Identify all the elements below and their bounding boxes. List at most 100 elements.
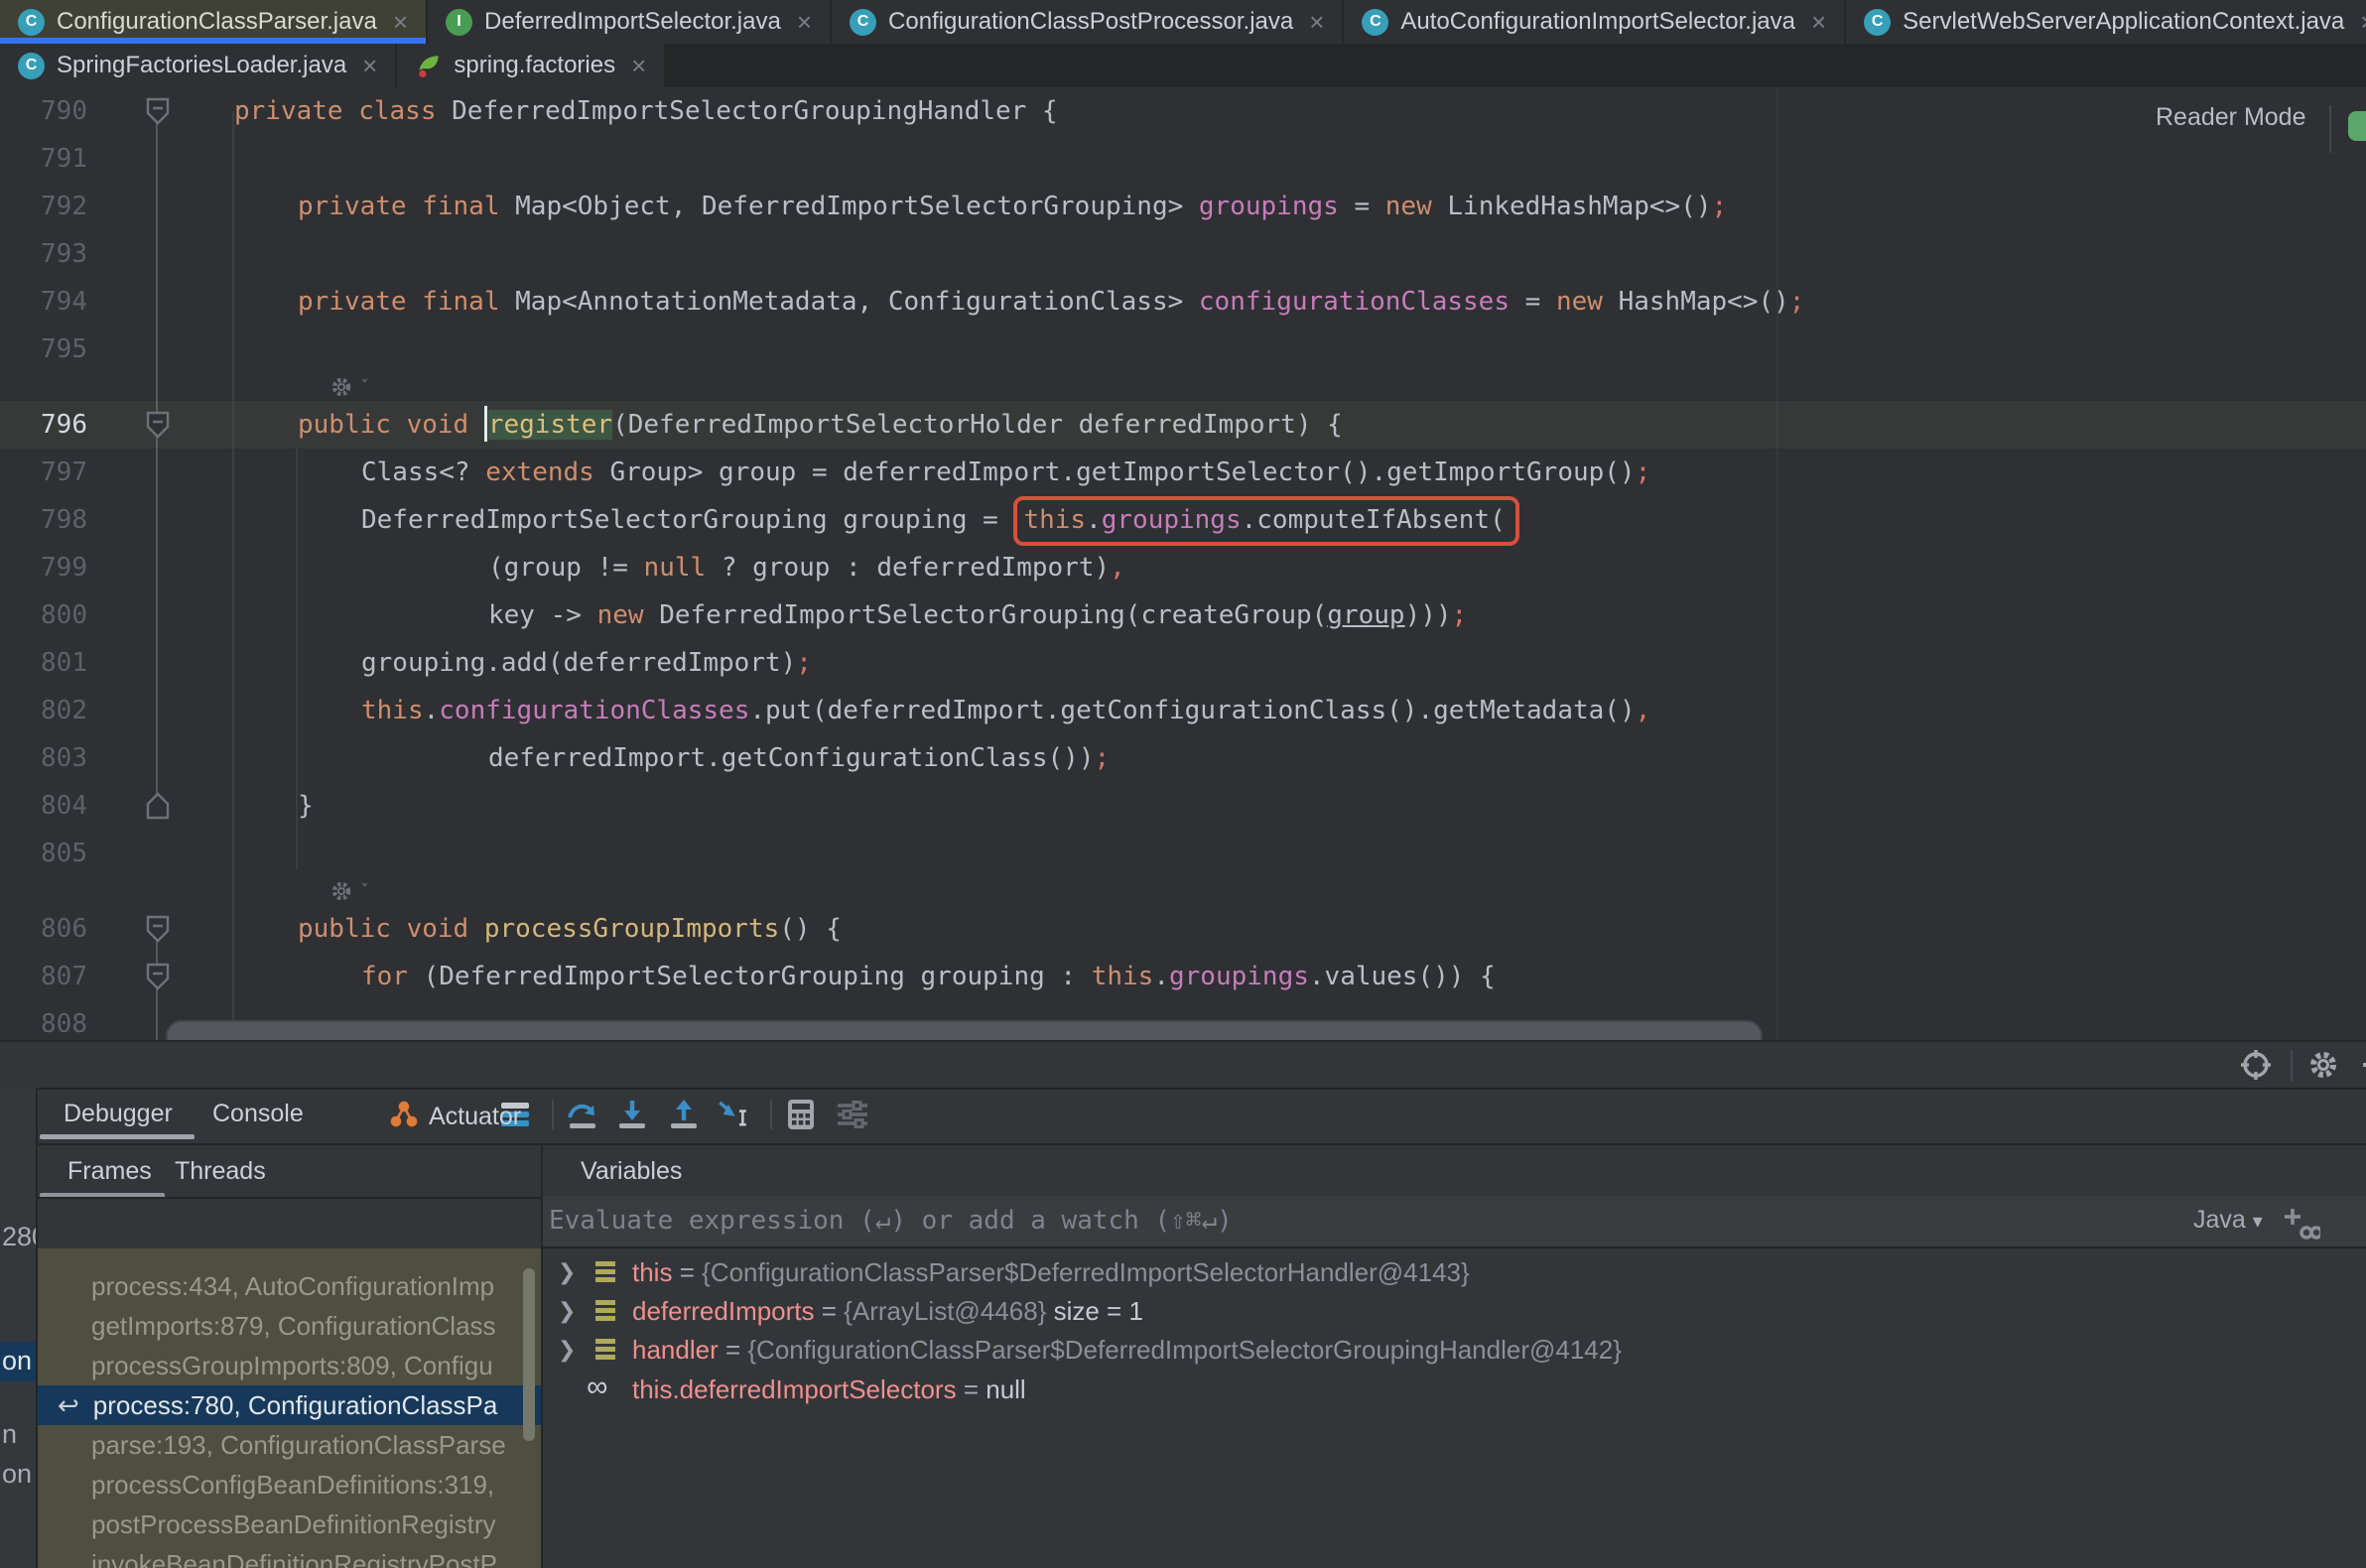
- tab-label: SpringFactoriesLoader.java: [57, 52, 346, 79]
- fold-marker-icon[interactable]: [146, 915, 170, 943]
- close-icon[interactable]: ×: [1811, 7, 1826, 38]
- fold-marker-icon[interactable]: [146, 792, 170, 820]
- fold-marker-icon[interactable]: [146, 97, 170, 125]
- variable-row[interactable]: ❯deferredImports = {ArrayList@4468} size…: [543, 1291, 2366, 1331]
- code-vision-inlay[interactable]: ˇ: [329, 877, 370, 905]
- step-out-icon[interactable]: [667, 1098, 701, 1131]
- code-token: groupings: [1102, 505, 1242, 535]
- code-line-805[interactable]: 805: [0, 830, 2366, 877]
- close-icon[interactable]: ×: [797, 7, 812, 38]
- stack-frame-row[interactable]: postProcessBeanDefinitionRegistry: [38, 1504, 541, 1544]
- editor-tab-DeferredImportSelector.java[interactable]: IDeferredImportSelector.java×: [428, 0, 830, 44]
- code-line-801[interactable]: 801grouping.add(deferredImport);: [0, 639, 2366, 687]
- code-line-806[interactable]: 806public void processGroupImports() {: [0, 905, 2366, 953]
- code-line-799[interactable]: 799(group != null ? group : deferredImpo…: [0, 544, 2366, 591]
- code-line-794[interactable]: 794private final Map<AnnotationMetadata,…: [0, 278, 2366, 326]
- code-token: .values()) {: [1309, 962, 1496, 991]
- step-over-icon[interactable]: [566, 1098, 599, 1131]
- reader-mode-button[interactable]: Reader Mode: [2156, 103, 2305, 132]
- debug-tab-actuator[interactable]: Actuator: [389, 1100, 521, 1131]
- tab-label: Debugger: [64, 1100, 173, 1127]
- stack-frame-row[interactable]: parse:193, ConfigurationClassParse: [38, 1425, 541, 1465]
- variable-row[interactable]: ❯this = {ConfigurationClassParser$Deferr…: [543, 1252, 2366, 1292]
- hide-frames-crosshair-icon[interactable]: [2239, 1048, 2273, 1082]
- code-line-804[interactable]: 804}: [0, 782, 2366, 830]
- settings-gear-icon[interactable]: [2306, 1048, 2340, 1082]
- run-to-cursor-icon[interactable]: [717, 1098, 750, 1131]
- line-number: 798: [0, 496, 87, 544]
- minimize-icon[interactable]: [2354, 1048, 2366, 1082]
- editor-tab-AutoConfigurationImportSelector.java[interactable]: CAutoConfigurationImportSelector.java×: [1344, 0, 1844, 44]
- code-token: groupings: [1199, 192, 1339, 221]
- toolbar-separator: [2291, 1050, 2293, 1082]
- stack-frame-row[interactable]: processGroupImports:809, Configu: [38, 1346, 541, 1385]
- code-line-790[interactable]: 790private class DeferredImportSelectorG…: [0, 87, 2366, 135]
- code-line-796[interactable]: 796public void register(DeferredImportSe…: [0, 401, 2366, 449]
- code-editor[interactable]: 790private class DeferredImportSelectorG…: [0, 87, 2366, 1086]
- code-line-803[interactable]: 803deferredImport.getConfigurationClass(…: [0, 734, 2366, 782]
- fold-marker-icon[interactable]: [146, 963, 170, 990]
- editor-tab-spring.factories[interactable]: spring.factories×: [397, 44, 664, 87]
- subtab-threads[interactable]: Threads: [175, 1157, 266, 1186]
- add-watch-icon[interactable]: [2281, 1205, 2320, 1242]
- editor-tab-ServletWebServerApplicationContext.java[interactable]: CServletWebServerApplicationContext.java…: [1846, 0, 2366, 44]
- stack-frame-row[interactable]: ↩process:780, ConfigurationClassPa: [38, 1385, 541, 1425]
- code-line-800[interactable]: 800key -> new DeferredImportSelectorGrou…: [0, 591, 2366, 639]
- close-icon[interactable]: ×: [631, 51, 646, 81]
- step-into-icon[interactable]: [615, 1098, 649, 1131]
- code-line-791[interactable]: 791: [0, 135, 2366, 183]
- expand-chevron-icon[interactable]: ❯: [558, 1291, 576, 1331]
- language-selector[interactable]: Java ▾: [2193, 1206, 2263, 1235]
- fold-marker-icon[interactable]: [146, 411, 170, 439]
- tab-label: ServletWebServerApplicationContext.java: [1903, 8, 2344, 36]
- evaluate-expression-icon[interactable]: [784, 1098, 818, 1131]
- code-token: deferredImport.getConfigurationClass()): [488, 743, 1094, 773]
- watch-row[interactable]: ∞this.deferredImportSelectors = null: [543, 1370, 2366, 1409]
- spring-run-icon[interactable]: [2348, 111, 2366, 141]
- code-token: processGroupImports: [484, 914, 779, 944]
- close-icon[interactable]: ×: [362, 51, 377, 81]
- code-line-795[interactable]: 795: [0, 326, 2366, 373]
- code-line-802[interactable]: 802this.configurationClasses.put(deferre…: [0, 687, 2366, 734]
- subtab-frames[interactable]: Frames: [67, 1157, 152, 1186]
- close-icon[interactable]: ×: [393, 7, 408, 38]
- editor-tab-ConfigurationClassPostProcessor.java[interactable]: CConfigurationClassPostProcessor.java×: [832, 0, 1342, 44]
- variable-row[interactable]: ❯handler = {ConfigurationClassParser$Def…: [543, 1330, 2366, 1370]
- variables-panel-title: Variables: [581, 1157, 682, 1186]
- stack-frame-row[interactable]: invokeBeanDefinitionRegistryPostP: [38, 1544, 541, 1568]
- code-line-798[interactable]: 798DeferredImportSelectorGrouping groupi…: [0, 496, 2366, 544]
- background-text-fragment: n: [2, 1419, 17, 1450]
- code-token: ? group : deferredImport): [706, 553, 1110, 583]
- editor-tab-ConfigurationClassParser.java[interactable]: CConfigurationClassParser.java×: [0, 0, 426, 44]
- code-line-793[interactable]: 793: [0, 230, 2366, 278]
- code-line-807[interactable]: 807for (DeferredImportSelectorGrouping g…: [0, 953, 2366, 1000]
- code-token: ))): [1405, 600, 1452, 630]
- editor-tab-SpringFactoriesLoader.java[interactable]: CSpringFactoriesLoader.java×: [0, 44, 395, 87]
- stack-frame-row[interactable]: getImports:879, ConfigurationClass: [38, 1306, 541, 1346]
- code-line-792[interactable]: 792private final Map<Object, DeferredImp…: [0, 183, 2366, 230]
- code-token: key ->: [488, 600, 597, 630]
- debug-tab-console[interactable]: Console: [212, 1100, 304, 1128]
- settings-sliders-icon[interactable]: [836, 1098, 869, 1131]
- code-token: .put(deferredImport.getConfigurationClas…: [749, 696, 1635, 725]
- background-text-fragment: 280: [2, 1222, 36, 1252]
- close-icon[interactable]: ×: [2360, 7, 2366, 38]
- evaluate-expression-input[interactable]: Evaluate expression (↵) or add a watch (…: [543, 1196, 2366, 1248]
- code-token: this: [1092, 962, 1154, 991]
- code-text: }: [298, 782, 314, 830]
- frames-scrollbar[interactable]: [523, 1268, 535, 1441]
- code-vision-inlay[interactable]: ˇ: [329, 373, 370, 401]
- debug-tab-debugger[interactable]: Debugger: [64, 1100, 173, 1128]
- code-token: Group> group = deferredImport.getImportS…: [594, 457, 1636, 487]
- text-caret: [484, 406, 487, 442]
- frames-list[interactable]: process:434, AutoConfigurationImpgetImpo…: [38, 1248, 541, 1568]
- line-number: 804: [0, 782, 87, 830]
- frame-text: processGroupImports:809, Configu: [91, 1351, 493, 1380]
- expand-chevron-icon[interactable]: ❯: [558, 1330, 576, 1370]
- code-line-797[interactable]: 797Class<? extends Group> group = deferr…: [0, 449, 2366, 496]
- stack-frame-row[interactable]: processConfigBeanDefinitions:319,: [38, 1465, 541, 1504]
- stack-frame-row[interactable]: process:434, AutoConfigurationImp: [38, 1266, 541, 1306]
- expand-chevron-icon[interactable]: ❯: [558, 1252, 576, 1292]
- tab-label: AutoConfigurationImportSelector.java: [1400, 8, 1795, 36]
- close-icon[interactable]: ×: [1309, 7, 1324, 38]
